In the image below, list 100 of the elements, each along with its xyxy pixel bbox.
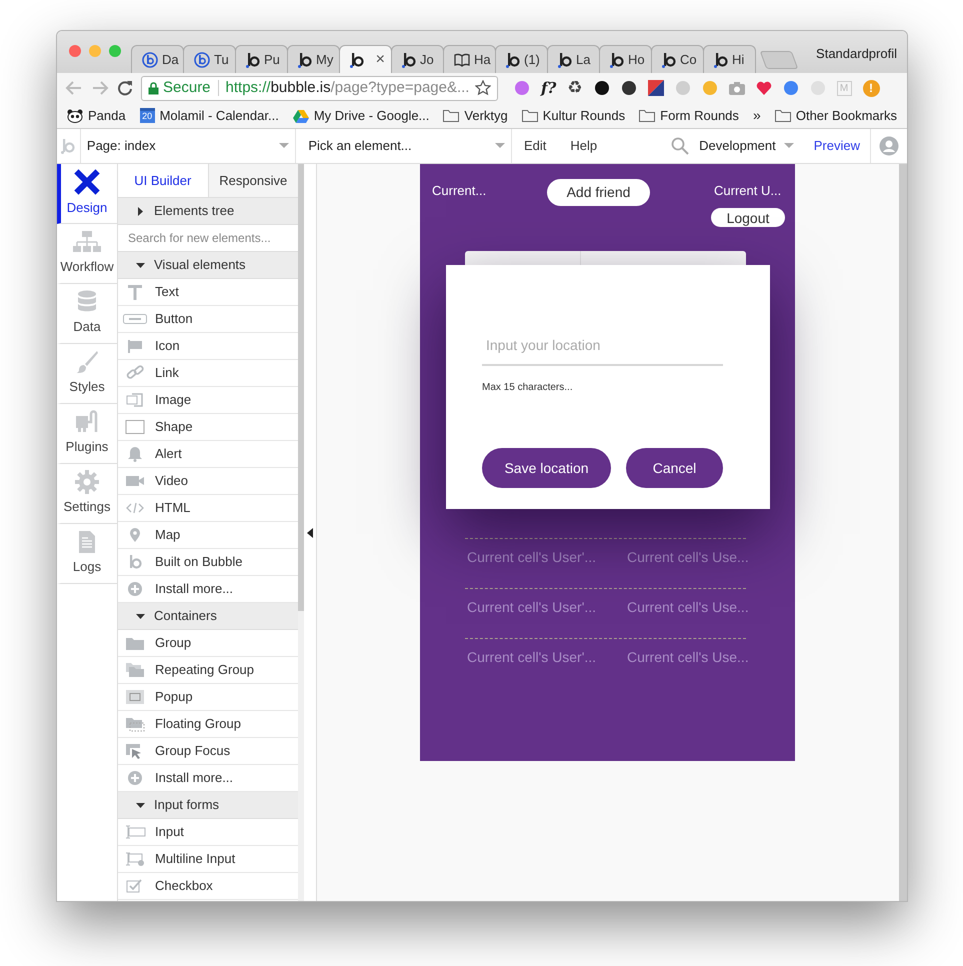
workflow-tree-icon <box>73 230 101 254</box>
expand-icon[interactable] <box>136 206 145 216</box>
bubble-logo-icon <box>350 52 364 68</box>
list-cell-text: Current cell's User'... <box>467 648 596 667</box>
bubble-logo-icon <box>610 52 624 68</box>
mode-dropdown[interactable]: Development <box>699 136 794 156</box>
section-header[interactable]: Input forms <box>118 792 298 819</box>
bookmark-link[interactable]: Kultur Rounds <box>542 106 626 126</box>
bookmark-link[interactable]: Other Bookmarks <box>796 106 897 126</box>
bookmark-link[interactable]: Panda <box>88 106 126 126</box>
heart-icon[interactable] <box>756 81 772 95</box>
element-item[interactable]: Video <box>118 468 298 495</box>
collapse-panel-icon[interactable] <box>307 528 313 538</box>
element-item[interactable]: Map <box>118 522 298 549</box>
element-item[interactable]: Link <box>118 360 298 387</box>
browser-tab[interactable]: Da <box>131 45 184 73</box>
back-icon[interactable] <box>65 80 83 96</box>
element-item[interactable]: Built on Bubble <box>118 549 298 576</box>
expand-icon[interactable] <box>136 260 145 270</box>
element-item[interactable]: Checkbox <box>118 873 298 900</box>
caret-icon[interactable] <box>279 143 290 149</box>
user-name-text: Current... <box>432 182 486 200</box>
menu-item[interactable]: Edit <box>512 136 558 156</box>
element-item[interactable]: Multiline Input <box>118 846 298 873</box>
address-bar[interactable]: Secure https://bubble.is/page?type=page&... <box>141 76 498 100</box>
element-item[interactable]: Floating Group <box>118 711 298 738</box>
browser-tab[interactable]: Hi <box>703 45 756 73</box>
element-item[interactable]: Group <box>118 630 298 657</box>
close-button[interactable] <box>69 45 81 57</box>
book-icon <box>454 52 470 68</box>
flag-extension-icon[interactable] <box>648 80 664 96</box>
bookmark-link[interactable]: Verktyg <box>464 106 508 126</box>
close-tab-button[interactable]: × <box>376 52 385 68</box>
sidebar-item[interactable]: Styles <box>57 344 117 404</box>
user-avatar-icon[interactable] <box>879 136 899 156</box>
logout-button[interactable]: Logout <box>711 208 785 227</box>
text-icon <box>126 284 144 300</box>
folder-icon <box>774 109 791 122</box>
element-dropdown[interactable]: Pick an element... <box>296 129 512 163</box>
forward-icon[interactable] <box>91 80 109 96</box>
save-button[interactable]: Save location <box>482 448 611 488</box>
element-item[interactable]: Image <box>118 387 298 414</box>
bookmark-link[interactable]: My Drive - Google... <box>314 106 430 126</box>
search-icon[interactable] <box>671 137 690 155</box>
page-dropdown[interactable]: Page: index <box>80 129 296 163</box>
extension-icon[interactable] <box>620 80 636 96</box>
zoom-button[interactable] <box>109 45 121 57</box>
extension-icon[interactable]: ♻ <box>567 80 582 96</box>
expand-icon[interactable] <box>136 800 145 810</box>
bookmark-link[interactable]: Molamil - Calendar... <box>160 106 279 126</box>
drive-icon <box>292 108 309 122</box>
element-item[interactable]: Popup <box>118 684 298 711</box>
cancel-button[interactable]: Cancel <box>626 448 723 488</box>
element-item[interactable]: Repeating Group <box>118 657 298 684</box>
link-icon <box>126 365 144 381</box>
reload-icon[interactable] <box>117 80 133 96</box>
scrollbar[interactable] <box>899 164 907 901</box>
floating-group-icon <box>125 716 145 732</box>
sidebar-item[interactable]: Data <box>57 284 117 344</box>
sidebar-item[interactable]: Plugins <box>57 404 117 464</box>
tab-title: Jo <box>420 50 434 69</box>
sidebar-item[interactable]: Logs <box>57 524 117 584</box>
flag-icon <box>126 338 144 354</box>
scrollbar-thumb[interactable] <box>298 164 304 611</box>
caret-icon[interactable] <box>784 143 794 149</box>
section-header[interactable]: Visual elements <box>118 252 298 279</box>
bookmark-link[interactable]: Form Rounds <box>660 106 739 126</box>
add-friend-button[interactable]: Add friend <box>547 179 650 206</box>
browser-tab[interactable]: × <box>339 45 392 73</box>
sidebar-item[interactable]: Settings <box>57 464 117 524</box>
camera-icon[interactable] <box>728 81 744 95</box>
new-tab-button[interactable] <box>760 51 798 69</box>
sidebar-item[interactable]: Workflow <box>57 224 117 284</box>
profile-name[interactable]: Standardprofil <box>816 44 897 64</box>
extension-icon[interactable]: f? <box>541 80 556 96</box>
element-item[interactable]: Icon <box>118 333 298 360</box>
menu-item[interactable]: Help <box>558 136 610 156</box>
bookmark-star-icon[interactable] <box>475 80 491 96</box>
extension-icon[interactable] <box>594 80 610 96</box>
panda-icon <box>67 108 83 122</box>
panel-tab[interactable]: Responsive <box>208 164 298 198</box>
element-item[interactable]: Group Focus <box>118 738 298 765</box>
popup-icon <box>125 689 145 705</box>
element-item[interactable]: Text <box>118 279 298 306</box>
preview-link[interactable]: Preview <box>804 136 870 156</box>
bubble-logo-icon <box>61 138 76 154</box>
element-item[interactable]: Alert <box>118 441 298 468</box>
element-item[interactable]: Button <box>118 306 298 333</box>
bubble-logo-icon <box>142 52 158 68</box>
more-bookmarks-button[interactable]: » <box>753 105 761 126</box>
section-header[interactable]: Containers <box>118 603 298 630</box>
bubble-logo-icon <box>194 52 210 68</box>
minimize-button[interactable] <box>89 45 101 57</box>
expand-icon[interactable] <box>136 612 145 620</box>
caret-icon[interactable] <box>494 143 505 149</box>
folder-icon <box>522 109 538 122</box>
tab-title: Hi <box>732 50 744 69</box>
section-header[interactable]: Elements tree <box>118 198 298 225</box>
lock-icon <box>148 82 159 94</box>
tab-title: Tu <box>214 50 229 69</box>
